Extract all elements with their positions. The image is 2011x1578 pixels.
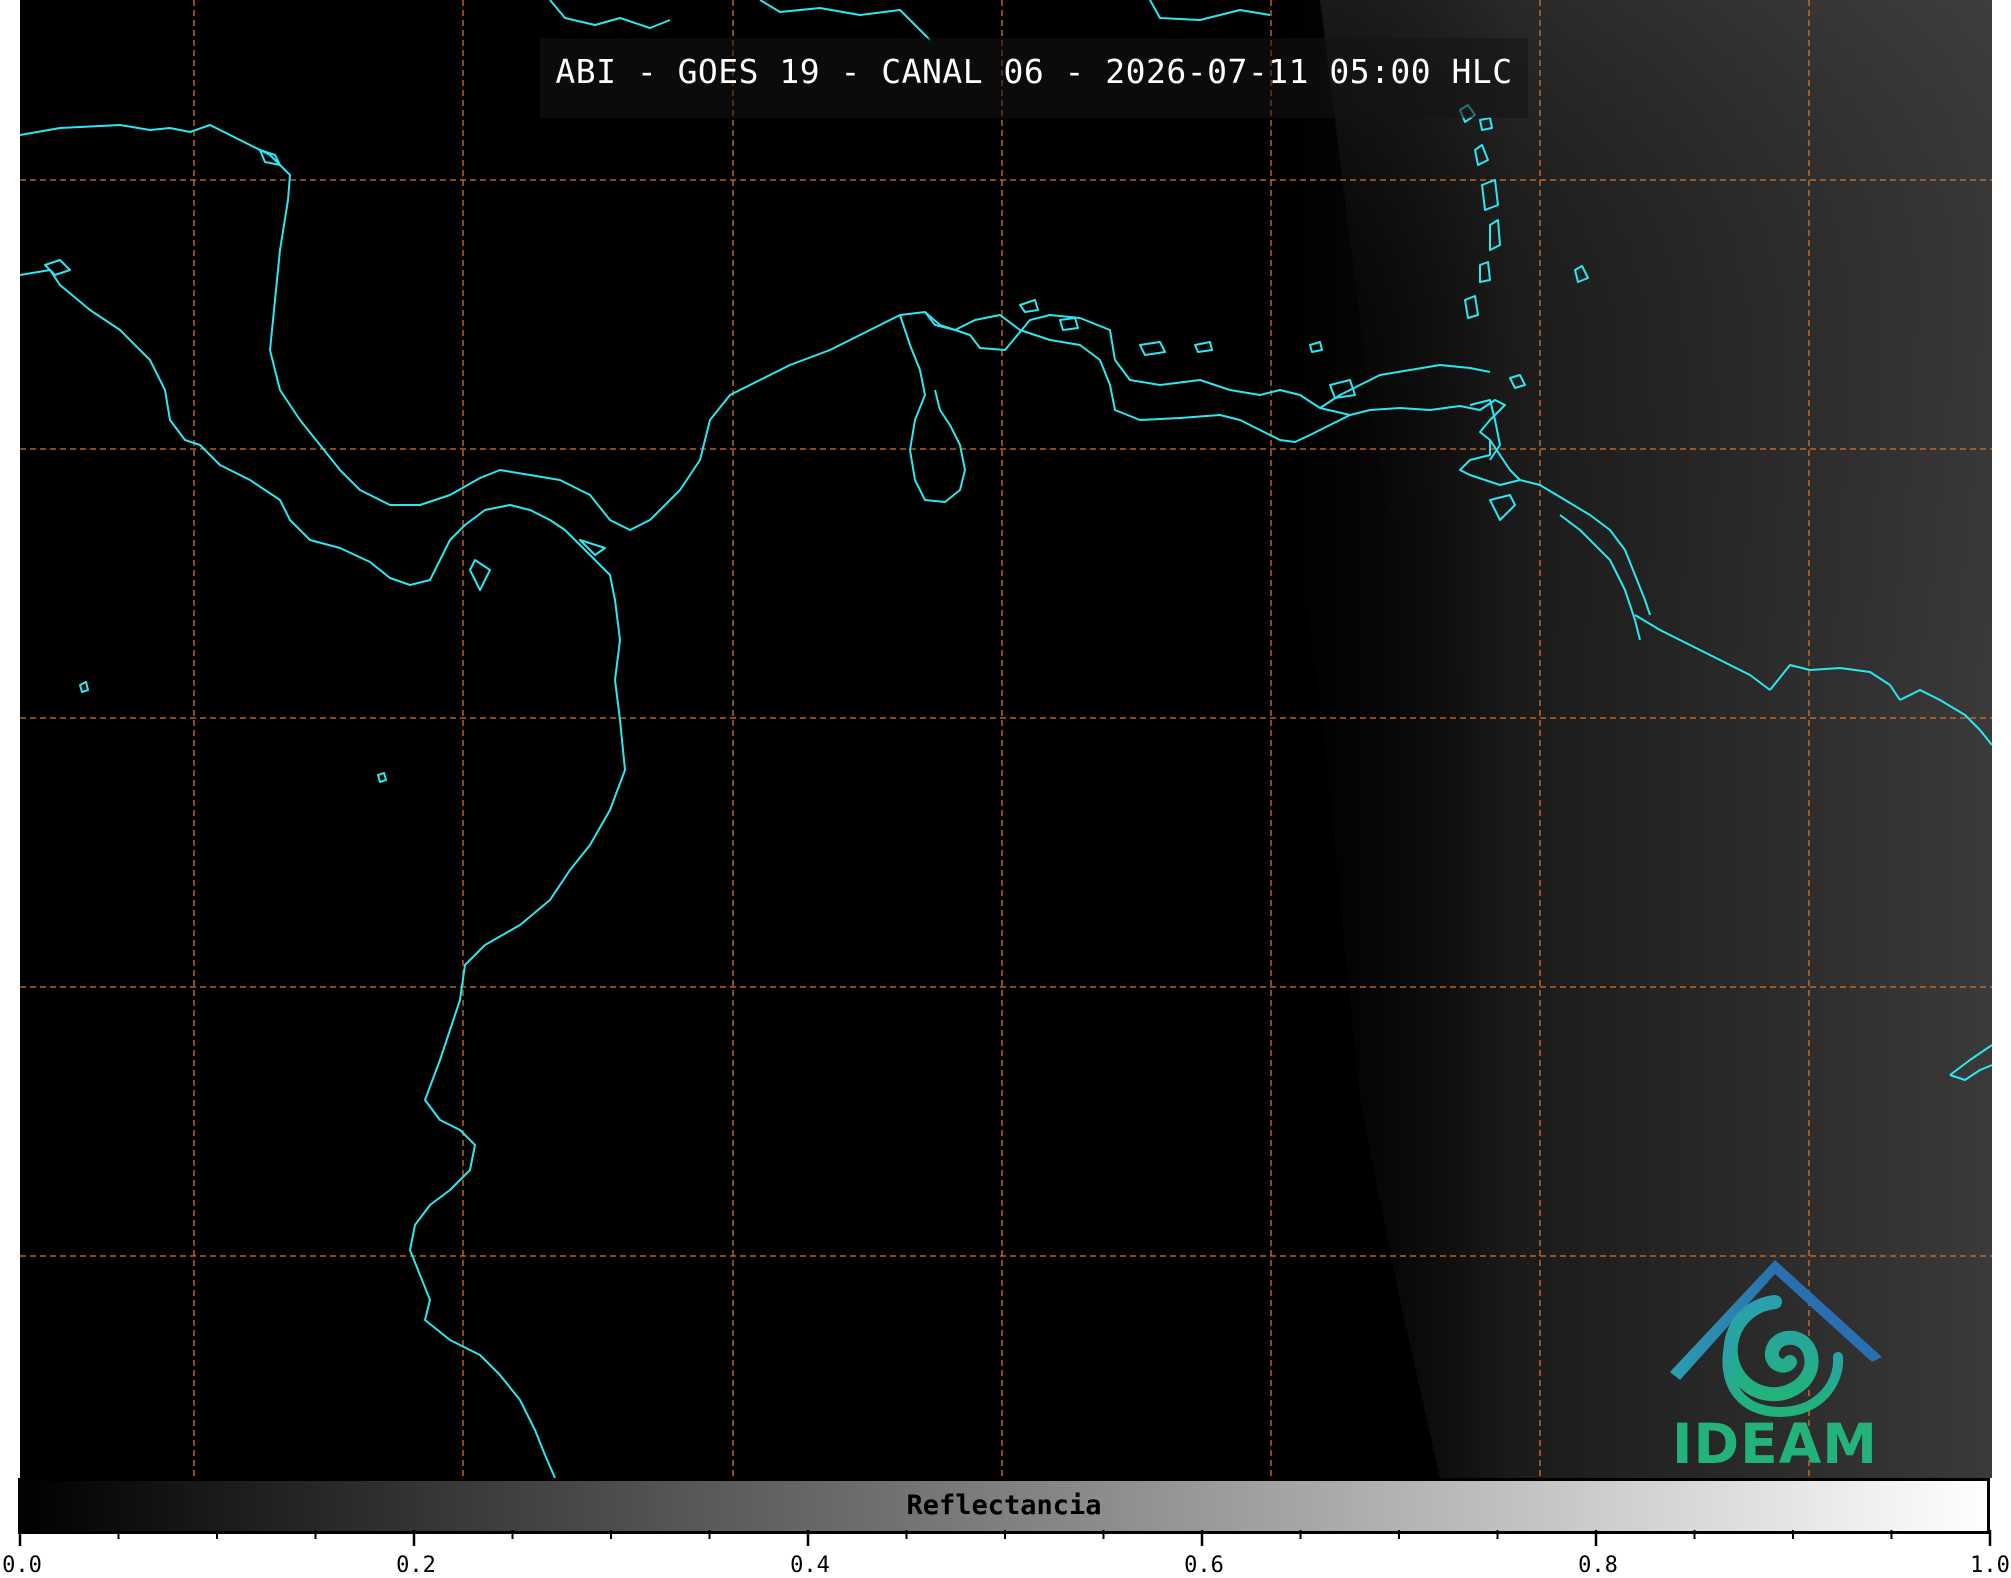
colorbar-tick-label: 0.2 [396, 1553, 436, 1578]
colorbar-tick-label: 0.0 [2, 1553, 42, 1578]
colorbar-ticks [18, 1530, 1992, 1546]
map-title: ABI - GOES 19 - CANAL 06 - 2026-07-11 05… [555, 52, 1513, 91]
colorbar-tick-label: 1.0 [1970, 1553, 2010, 1578]
colorbar-tick-label: 0.6 [1184, 1553, 1224, 1578]
colorbar-label: Reflectancia [906, 1490, 1102, 1521]
colorbar-tick-label: 0.8 [1578, 1553, 1618, 1578]
colorbar-tick-label: 0.4 [790, 1553, 830, 1578]
logo-text: IDEAM [1672, 1412, 1878, 1476]
